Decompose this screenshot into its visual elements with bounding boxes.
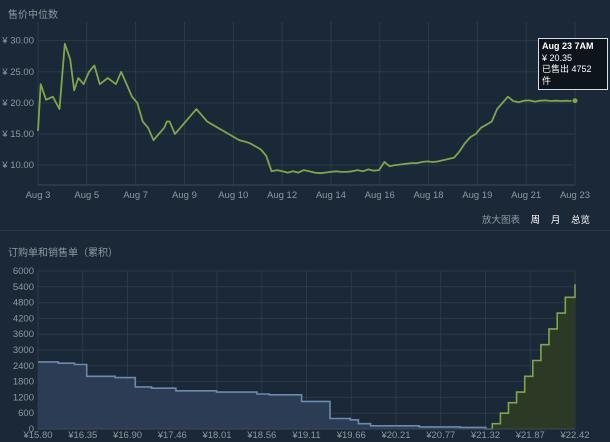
- orders-y-tick: 4200: [13, 313, 34, 324]
- orders-y-tick: 4800: [13, 298, 34, 309]
- orders-x-tick: ¥17.46: [157, 430, 187, 441]
- orders-depth-chart[interactable]: 0600120018002400300036004200480054006000…: [0, 0, 610, 442]
- orders-y-tick: 600: [18, 408, 34, 419]
- orders-y-tick: 2400: [13, 361, 34, 372]
- orders-x-tick: ¥20.77: [425, 430, 455, 441]
- orders-x-tick: ¥20.21: [380, 430, 410, 441]
- orders-x-tick: ¥21.32: [470, 430, 500, 441]
- orders-y-tick: 5400: [13, 282, 34, 293]
- orders-y-tick: 3000: [13, 345, 34, 356]
- orders-x-tick: ¥18.01: [201, 430, 231, 441]
- orders-y-tick: 1800: [13, 377, 34, 388]
- orders-x-tick: ¥16.90: [112, 430, 142, 441]
- orders-y-tick: 1200: [13, 392, 34, 403]
- sell_orders-area: [484, 284, 575, 429]
- orders-y-tick: 3600: [13, 329, 34, 340]
- orders-x-tick: ¥19.11: [291, 430, 320, 441]
- orders-x-tick: ¥19.66: [336, 430, 366, 441]
- orders-x-tick: ¥21.87: [515, 430, 545, 441]
- orders-y-tick: 6000: [13, 266, 34, 277]
- orders-x-tick: ¥22.42: [559, 430, 589, 441]
- orders-x-tick: ¥15.80: [22, 430, 52, 441]
- orders-x-tick: ¥16.35: [67, 430, 97, 441]
- orders-x-tick: ¥18.56: [246, 430, 276, 441]
